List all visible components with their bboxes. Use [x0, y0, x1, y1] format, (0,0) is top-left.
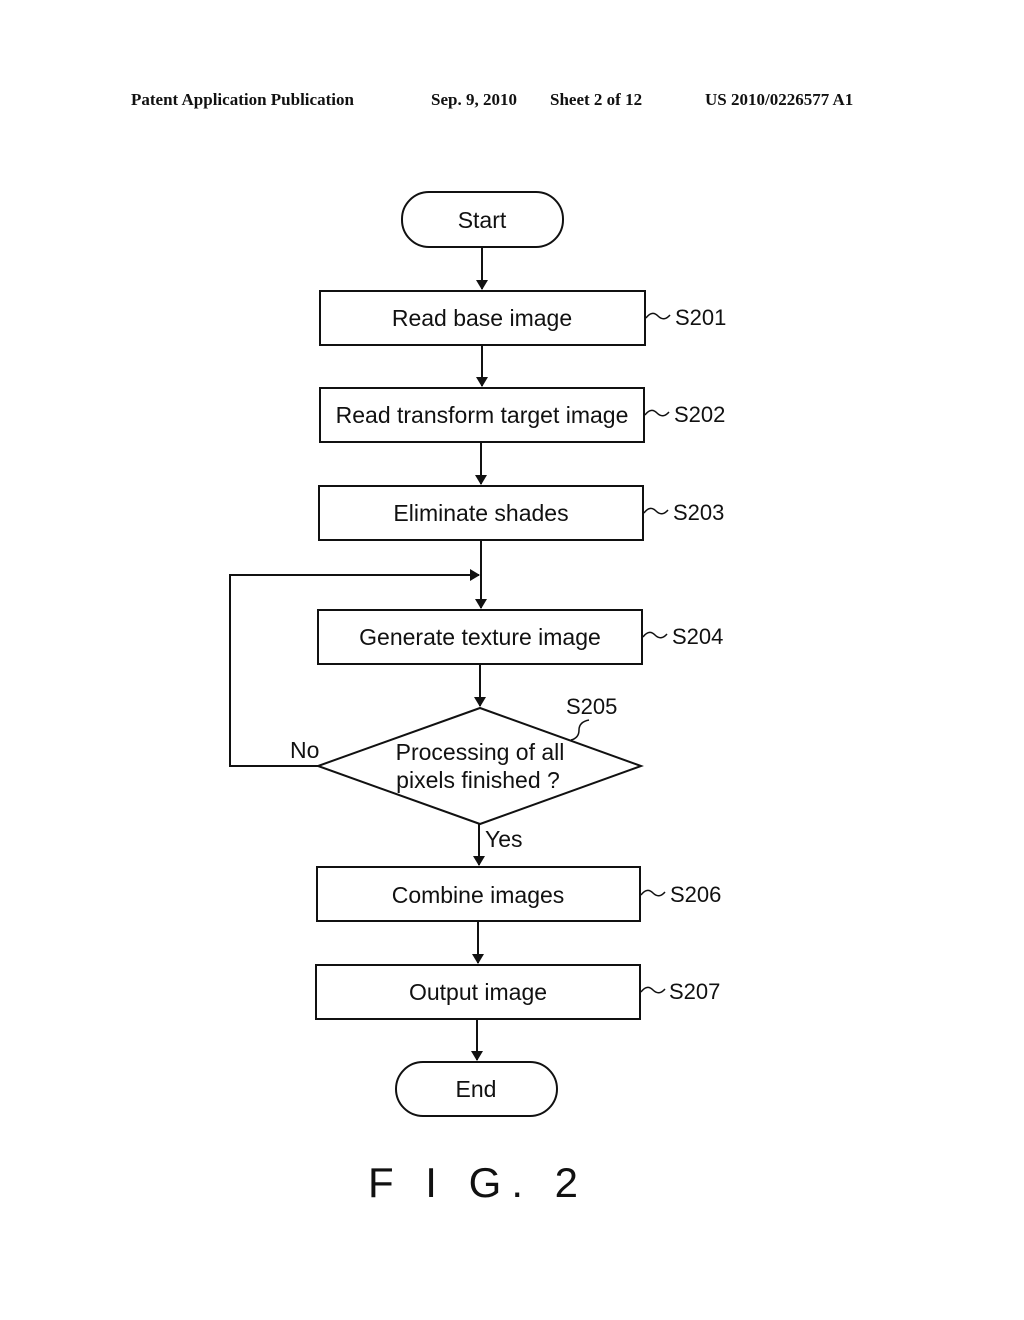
- step-id-s201: S201: [675, 305, 726, 330]
- step-id-s206: S206: [670, 882, 721, 907]
- start-label: Start: [458, 207, 507, 233]
- step-id-s202: S202: [674, 402, 725, 427]
- leader-s202: [644, 409, 670, 417]
- step-id-s203: S203: [673, 500, 724, 525]
- decision-line1: Processing of all: [396, 739, 565, 765]
- step-label-s207: Output image: [409, 979, 547, 1005]
- leader-s206: [640, 889, 666, 897]
- leader-s205: [570, 719, 590, 741]
- end-label: End: [456, 1076, 497, 1102]
- step-label-s203: Eliminate shades: [393, 500, 568, 526]
- step-id-s204: S204: [672, 624, 723, 649]
- yes-label: Yes: [485, 826, 523, 852]
- leader-s204: [642, 631, 668, 639]
- step-label-s201: Read base image: [392, 305, 572, 331]
- step-id-s205: S205: [566, 694, 617, 719]
- leader-s201: [645, 312, 671, 320]
- flowchart: Start Read base image Read transform tar…: [229, 191, 726, 1206]
- no-label: No: [290, 737, 319, 763]
- leader-s203: [643, 507, 669, 515]
- step-label-s202: Read transform target image: [336, 402, 629, 428]
- step-label-s206: Combine images: [392, 882, 565, 908]
- loop-back-arrow: [229, 569, 480, 767]
- figure-label: F I G. 2: [368, 1159, 588, 1206]
- leader-s207: [640, 986, 666, 994]
- step-label-s204: Generate texture image: [359, 624, 601, 650]
- decision-line2: pixels finished ?: [396, 767, 560, 793]
- step-id-s207: S207: [669, 979, 720, 1004]
- decision-diamond-s205: [315, 706, 644, 826]
